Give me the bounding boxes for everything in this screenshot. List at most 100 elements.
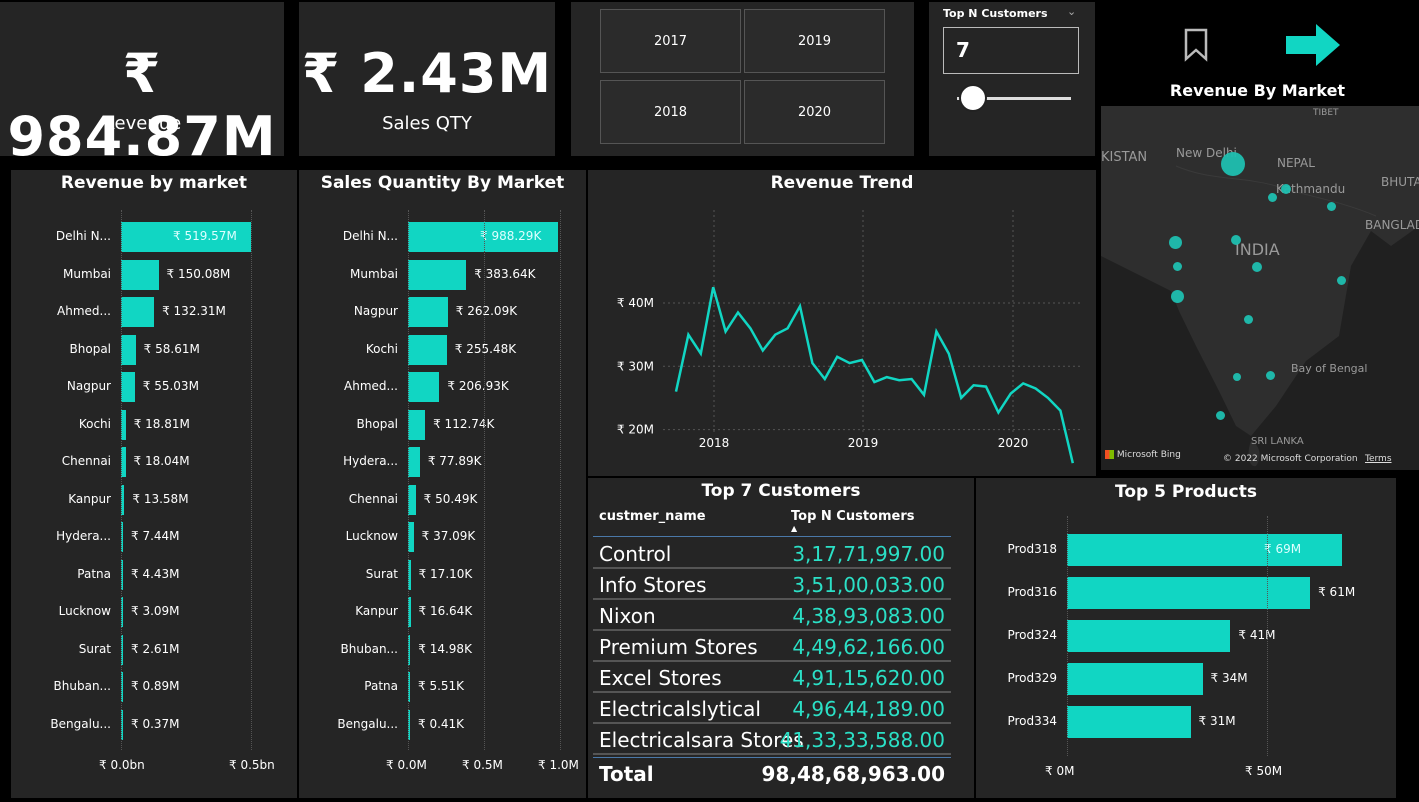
data-label: ₹ 150.08M (166, 266, 231, 281)
customer-name-cell: Excel Stores (599, 666, 722, 690)
map-bubble-bhubaneswar[interactable] (1337, 276, 1346, 285)
customer-name-cell: Nixon (599, 604, 656, 628)
map-bubble-patna[interactable] (1327, 202, 1336, 211)
bar[interactable] (408, 372, 440, 402)
revenue-by-market-chart: Revenue by market Delhi N... ₹ 519.57M Mum… (11, 170, 297, 798)
map-bubble-surat[interactable] (1173, 262, 1182, 271)
year-button-2018[interactable]: 2018 (600, 80, 741, 144)
table-row[interactable]: Info Stores 3,51,00,033.00 (593, 569, 951, 600)
bar[interactable] (408, 409, 426, 440)
map-bubble-mumbai[interactable] (1171, 290, 1184, 303)
category-label: Kochi (78, 416, 111, 431)
bar[interactable] (1067, 663, 1203, 695)
table-row[interactable]: Nixon 4,38,93,083.00 (593, 600, 951, 631)
data-label: ₹ 18.81M (133, 416, 190, 431)
data-label: ₹ 206.93K (447, 379, 509, 393)
map-bubble-ahmedabad[interactable] (1169, 236, 1182, 249)
bing-logo-icon (1105, 450, 1114, 459)
customer-value-cell: 4,38,93,083.00 (792, 604, 945, 628)
axis-tick-label: ₹ 0.0M (386, 758, 427, 772)
bar[interactable] (1067, 706, 1191, 738)
table-row[interactable]: Electricalslytical 4,96,44,189.00 (593, 693, 951, 724)
bar[interactable] (121, 334, 136, 365)
category-label: Bhuban... (340, 641, 398, 656)
map-bubble-nagpur[interactable] (1252, 262, 1262, 272)
map-bubble-hyderabad[interactable] (1244, 315, 1253, 324)
bookmark-icon[interactable] (1183, 28, 1209, 66)
data-label: ₹ 61M (1318, 585, 1356, 599)
bar[interactable] (408, 484, 416, 515)
map-label-nepal: NEPAL (1277, 156, 1315, 170)
sort-ascending-icon[interactable]: ▲ (791, 524, 797, 533)
table-row[interactable]: Premium Stores 4,49,62,166.00 (593, 631, 951, 662)
customer-name-cell: Electricalslytical (599, 697, 761, 721)
category-label: Lucknow (345, 529, 398, 543)
sales-qty-kpi-card: ₹ 2.43M Sales QTY (299, 2, 555, 156)
bar[interactable] (408, 259, 467, 290)
customer-name-cell: Electricalsara Stores (599, 728, 804, 752)
map-canvas[interactable]: KISTAN New Delhi NEPAL Kathmandu BHUTA T… (1101, 106, 1419, 470)
next-arrow-icon[interactable] (1286, 22, 1342, 72)
category-label: Prod324 (1007, 628, 1057, 642)
bar[interactable] (1067, 577, 1311, 609)
bar[interactable] (408, 334, 447, 365)
top-n-input[interactable]: 7 (943, 27, 1079, 74)
data-label: ₹ 519.57M (173, 229, 237, 243)
bar[interactable] (121, 259, 159, 290)
bar[interactable] (408, 447, 420, 477)
bing-logo: Microsoft Bing (1105, 450, 1181, 460)
year-button-2019[interactable]: 2019 (744, 9, 885, 73)
data-label: ₹ 69M (1264, 542, 1302, 556)
data-label: ₹ 132.31M (162, 304, 226, 318)
table-row[interactable]: Electricalsara Stores 41,33,33,588.00 (593, 724, 951, 755)
category-label: Lucknow (58, 604, 111, 618)
data-label: ₹ 13.58M (132, 491, 189, 506)
table-row[interactable]: Control 3,17,71,997.00 (593, 538, 951, 569)
gridline (251, 210, 252, 750)
sales-qty-kpi-value: ₹ 2.43M (301, 42, 553, 105)
map-bubble-lucknow[interactable] (1281, 184, 1291, 194)
map-bubble-kanpur[interactable] (1268, 193, 1277, 202)
map-bubble-chennai[interactable] (1266, 371, 1275, 380)
col-header-customer-name[interactable]: custmer_name (599, 509, 706, 524)
category-label: Mumbai (63, 266, 111, 281)
revenue-kpi-value: ₹ 984.87M (7, 42, 277, 168)
col-header-top-n-customers[interactable]: Top N Customers (791, 509, 915, 524)
data-label: ₹ 34M (1210, 671, 1248, 685)
map-bubble-bengaluru[interactable] (1233, 373, 1241, 381)
category-label: Kanpur (68, 491, 111, 506)
bar[interactable] (1067, 620, 1231, 652)
category-label: Chennai (61, 454, 111, 468)
bar[interactable] (121, 372, 135, 402)
map-terms-link[interactable]: Terms (1365, 454, 1392, 464)
chevron-down-icon[interactable]: ⌄ (1067, 5, 1076, 18)
data-label: ₹ 112.74K (433, 416, 495, 431)
map-label-sri-lanka: SRI LANKA (1251, 436, 1304, 447)
customer-name-cell: Control (599, 542, 672, 566)
map-bubble-delhi[interactable] (1221, 152, 1245, 176)
year-button-2017[interactable]: 2017 (600, 9, 741, 73)
category-label: Prod329 (1007, 671, 1057, 685)
gridline (484, 210, 485, 750)
bar[interactable] (121, 297, 155, 327)
top-n-slider-handle[interactable] (959, 84, 988, 112)
customer-value-cell: 3,51,00,033.00 (792, 573, 945, 597)
data-label: ₹ 988.29K (480, 229, 542, 243)
axis-tick-label: ₹ 0.5M (462, 758, 503, 772)
map-label-bhutan: BHUTA (1381, 175, 1419, 189)
map-bubble-kochi[interactable] (1216, 411, 1225, 420)
data-label: ₹ 31M (1198, 714, 1236, 728)
data-label: ₹ 14.98K (418, 641, 472, 656)
year-button-2020[interactable]: 2020 (744, 80, 885, 144)
table-header-divider (593, 536, 951, 537)
sales-qty-kpi-label: Sales QTY (382, 113, 472, 134)
data-label: ₹ 37.09K (421, 529, 476, 543)
y-axis-tick-label: ₹ 20M (617, 423, 654, 437)
category-label: Prod318 (1007, 542, 1057, 556)
bar[interactable] (408, 297, 448, 327)
table-row[interactable]: Excel Stores 4,91,15,620.00 (593, 662, 951, 693)
map-bubble-bhopal[interactable] (1231, 235, 1241, 245)
gridline (1267, 516, 1268, 756)
data-label: ₹ 55.03M (142, 379, 199, 393)
data-label: ₹ 5.51K (418, 679, 465, 693)
